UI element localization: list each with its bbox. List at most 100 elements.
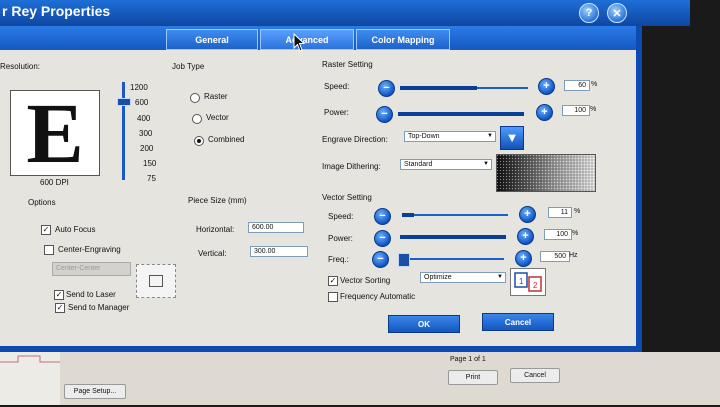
vector-speed-minus-button[interactable]: − (374, 208, 391, 225)
tab-color-mapping[interactable]: Color Mapping (356, 29, 450, 50)
vector-power-label: Power: (328, 234, 353, 243)
vector-freq-thumb[interactable] (398, 253, 410, 267)
radio-raster-label: Raster (204, 92, 228, 101)
print-cancel-button[interactable]: Cancel (510, 368, 560, 383)
svg-text:2: 2 (533, 281, 538, 290)
raster-speed-label: Speed: (324, 82, 350, 91)
frequency-automatic-label: Frequency Automatic (340, 292, 416, 301)
cancel-button[interactable]: Cancel (482, 313, 554, 331)
raster-power-label: Power: (324, 108, 349, 117)
vector-freq-slider[interactable] (398, 258, 504, 260)
tick-600: 600 (135, 98, 149, 107)
vector-power-plus-button[interactable]: + (517, 228, 534, 245)
vertical-field[interactable]: 300.00 (250, 246, 308, 257)
page-info: Page 1 of 1 (450, 356, 486, 363)
tick-400: 400 (137, 114, 151, 123)
vector-speed-label: Speed: (328, 212, 354, 221)
center-position-grid[interactable] (136, 264, 176, 298)
chevron-down-icon: ▼ (483, 161, 489, 167)
send-to-manager-checkbox[interactable]: ✓ (55, 303, 65, 313)
raster-power-field[interactable]: 100 (562, 105, 590, 116)
options-label: Options (28, 198, 56, 207)
resolution-label: Resolution: (0, 62, 41, 71)
tick-200: 200 (140, 144, 154, 153)
auto-focus-checkbox[interactable]: ✓ (41, 225, 51, 235)
vector-setting-label: Vector Setting (322, 193, 372, 202)
image-dithering-value: Standard (404, 161, 433, 168)
raster-power-minus-button[interactable]: − (376, 106, 393, 123)
vector-power-unit: % (572, 230, 579, 237)
chevron-down-icon: ▼ (497, 274, 503, 280)
print-button[interactable]: Print (448, 370, 498, 385)
horizontal-label: Horizontal: (196, 225, 235, 234)
frequency-automatic-checkbox[interactable] (328, 292, 338, 302)
vector-freq-plus-button[interactable]: + (515, 250, 532, 267)
vector-freq-unit: Hz (569, 252, 578, 259)
vector-speed-slider[interactable] (402, 214, 508, 216)
radio-raster[interactable] (190, 93, 200, 103)
vertical-label: Vertical: (198, 249, 227, 258)
vector-power-fill (400, 235, 506, 239)
auto-focus-label: Auto Focus (55, 225, 96, 234)
tab-general[interactable]: General (166, 29, 258, 50)
engrave-direction-label: Engrave Direction: (322, 135, 388, 144)
resolution-current: 600 DPI (40, 178, 69, 187)
preview-area (0, 352, 60, 405)
resolution-slider-thumb[interactable] (117, 98, 131, 106)
vector-sorting-checkbox[interactable]: ✓ (328, 276, 338, 286)
radio-vector-label: Vector (206, 113, 229, 122)
vector-power-minus-button[interactable]: − (374, 230, 391, 247)
raster-speed-minus-button[interactable]: − (378, 80, 395, 97)
vector-sorting-select[interactable]: Optimize ▼ (420, 272, 506, 283)
help-icon[interactable]: ? (579, 3, 599, 23)
tab-advanced[interactable]: Advanced (260, 29, 354, 50)
raster-speed-field[interactable]: 60 (564, 80, 590, 91)
raster-power-plus-button[interactable]: + (536, 104, 553, 121)
send-to-laser-label: Send to Laser (66, 290, 116, 299)
raster-power-unit: % (590, 106, 597, 113)
vector-freq-minus-button[interactable]: − (372, 251, 389, 268)
vector-power-field[interactable]: 100 (544, 229, 572, 240)
horizontal-field[interactable]: 600.00 (248, 222, 304, 233)
raster-power-fill (398, 112, 524, 116)
dithering-preview (496, 154, 596, 192)
mouse-cursor-icon (293, 33, 306, 52)
send-to-laser-checkbox[interactable]: ✓ (54, 290, 64, 300)
center-engraving-checkbox[interactable] (44, 245, 54, 255)
raster-speed-plus-button[interactable]: + (538, 78, 555, 95)
preview-waveform-icon (0, 355, 60, 363)
center-position-marker (149, 275, 163, 287)
chevron-down-icon: ▼ (487, 133, 493, 139)
engrave-direction-select[interactable]: Top-Down ▼ (404, 131, 496, 142)
vector-freq-field[interactable]: 500 (540, 251, 570, 262)
vector-sorting-icon[interactable]: 1 2 (510, 268, 546, 296)
vector-speed-plus-button[interactable]: + (519, 206, 536, 223)
vector-sorting-label: Vector Sorting (340, 276, 391, 285)
tick-75: 75 (147, 174, 156, 183)
vector-speed-unit: % (574, 208, 581, 215)
engrave-direction-icon[interactable]: ▼ (500, 126, 524, 150)
engrave-direction-value: Top-Down (408, 133, 440, 140)
resolution-preview: E (10, 85, 100, 181)
radio-vector[interactable] (192, 114, 202, 124)
send-to-manager-label: Send to Manager (68, 303, 130, 312)
radio-combined[interactable] (194, 136, 204, 146)
window-title: r Rey Properties (2, 3, 111, 19)
raster-setting-label: Raster Setting (322, 60, 373, 69)
image-dithering-label: Image Dithering: (322, 162, 381, 171)
tick-1200: 1200 (130, 83, 148, 92)
close-icon[interactable]: ✕ (607, 3, 627, 23)
resolution-slider-track[interactable] (122, 82, 125, 180)
piece-size-label: Piece Size (mm) (188, 196, 247, 205)
raster-speed-unit: % (591, 81, 598, 88)
job-type-label: Job Type (172, 62, 205, 71)
raster-speed-fill (400, 86, 477, 90)
image-dithering-select[interactable]: Standard ▼ (400, 159, 492, 170)
center-engraving-label: Center-Engraving (58, 245, 121, 254)
preview-letter: E (26, 85, 84, 181)
vector-sorting-value: Optimize (424, 274, 452, 281)
center-position-select[interactable]: Center-Center (52, 262, 131, 276)
ok-button[interactable]: OK (388, 315, 460, 333)
vector-speed-field[interactable]: 11 (548, 207, 572, 218)
page-setup-button[interactable]: Page Setup... (64, 384, 126, 399)
